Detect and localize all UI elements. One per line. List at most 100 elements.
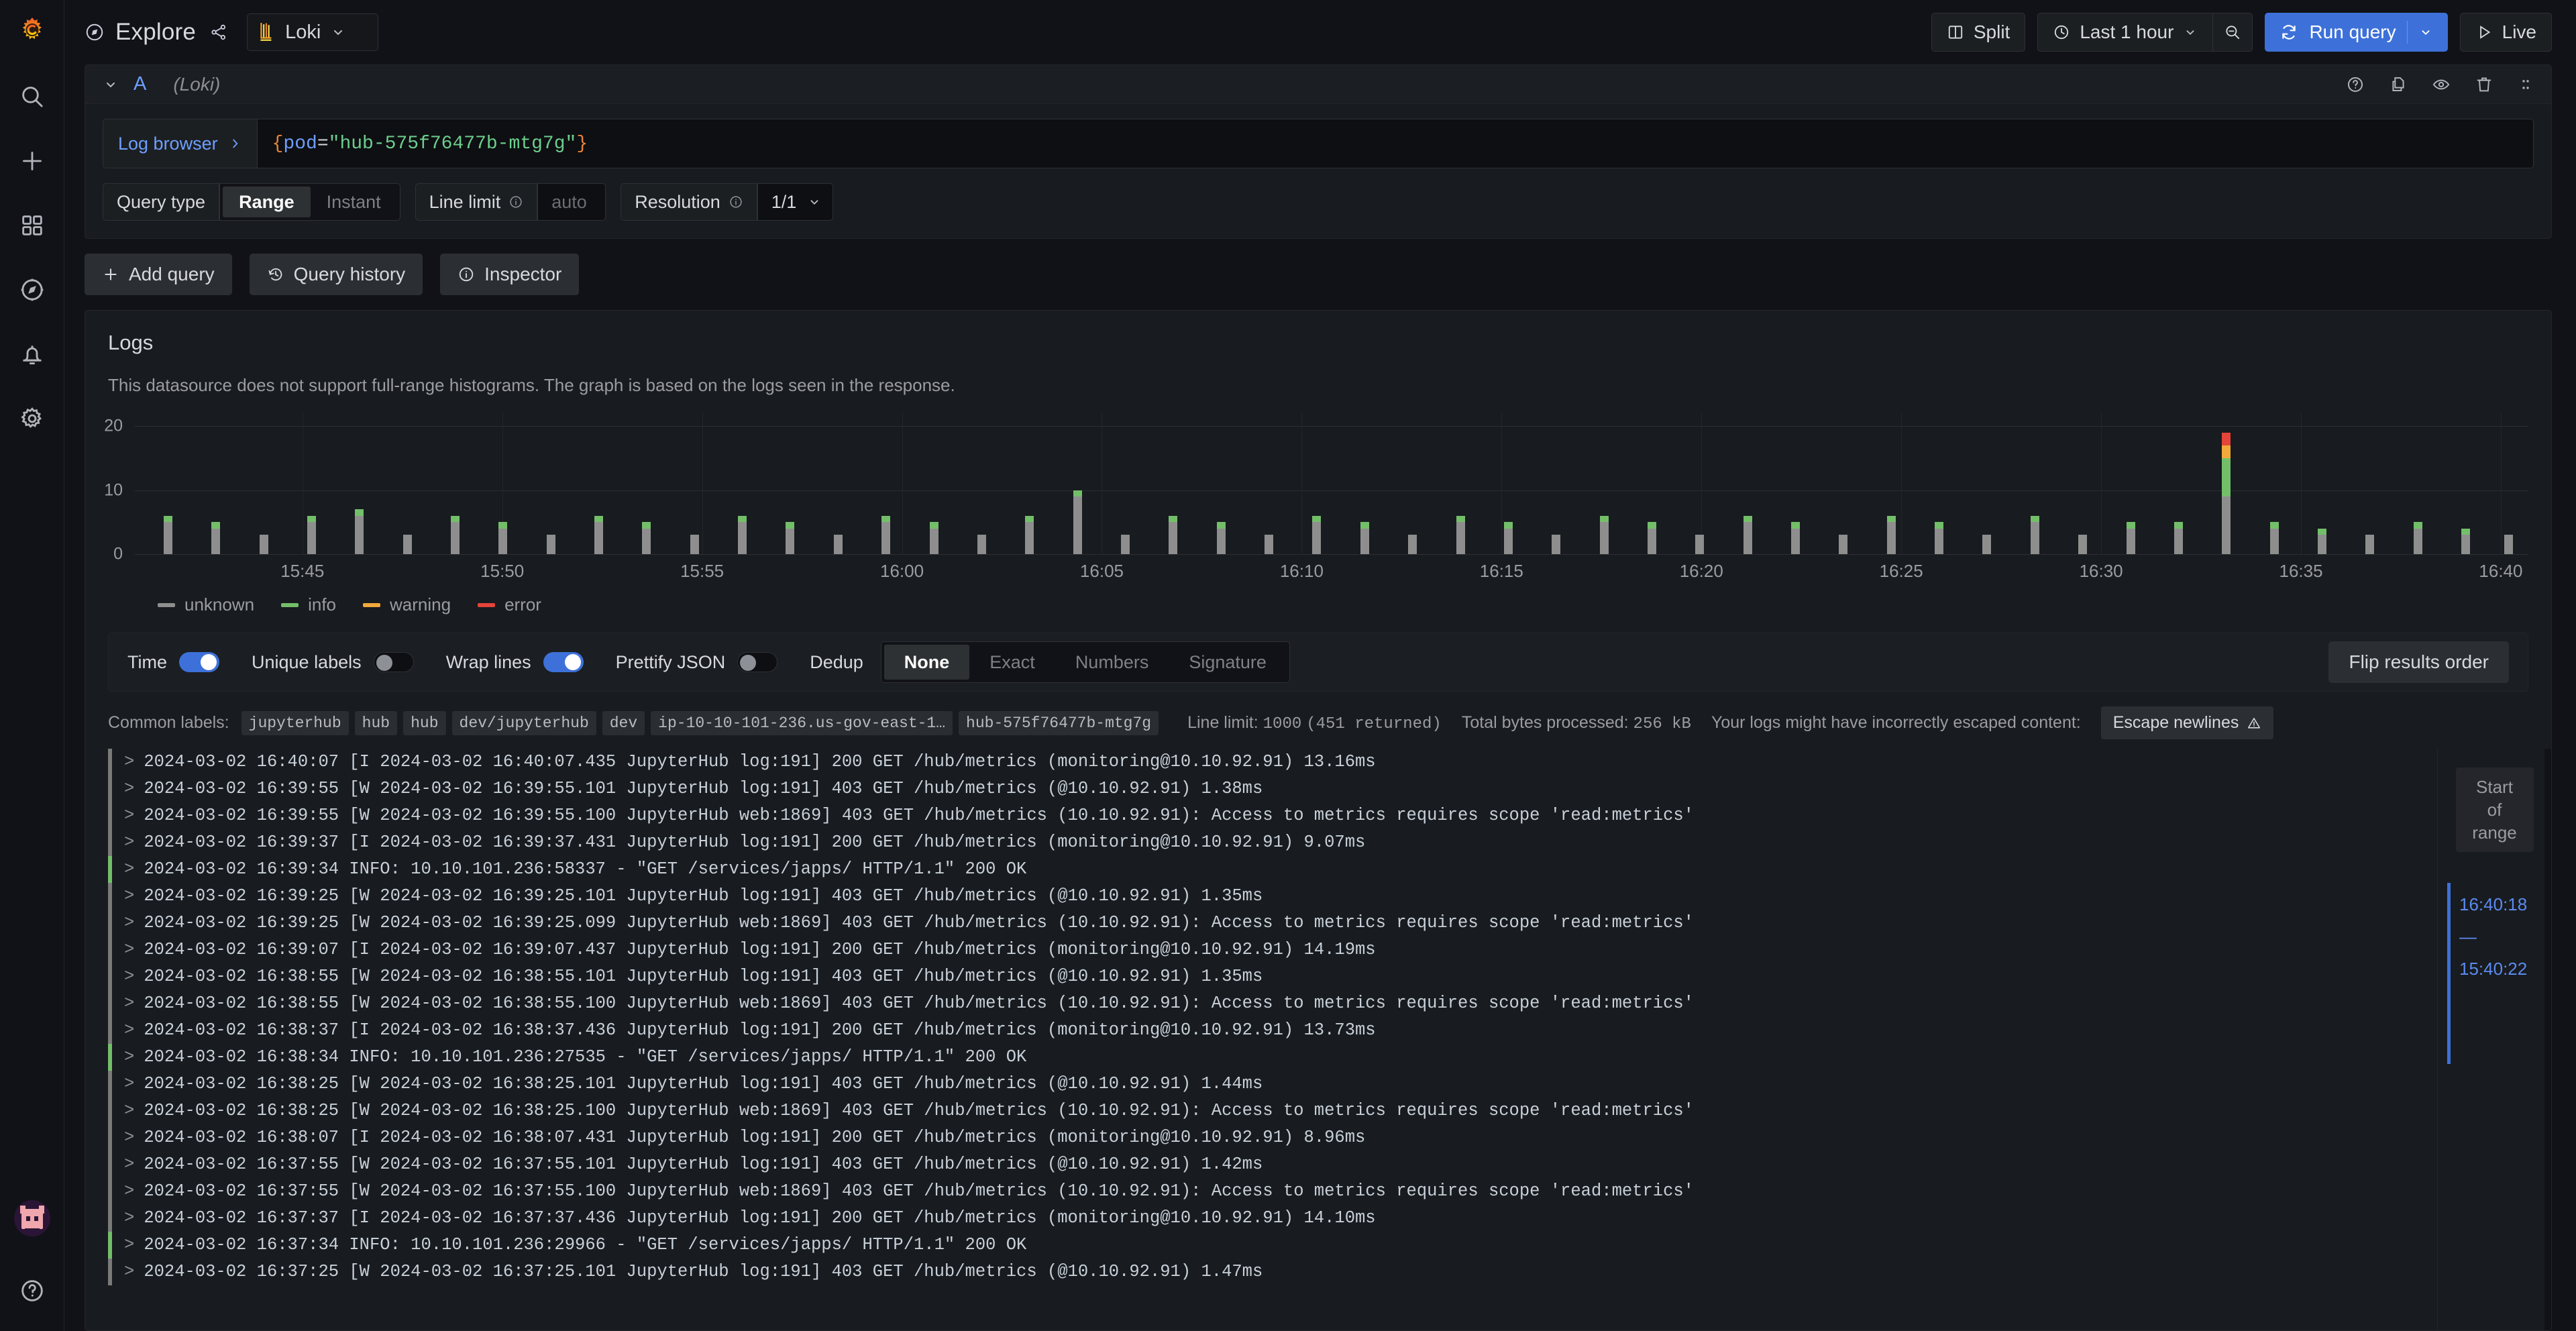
dashboards-icon[interactable]: [0, 193, 64, 258]
histogram-bar[interactable]: [1552, 535, 1561, 554]
dedup-numbers[interactable]: Numbers: [1055, 645, 1169, 680]
histogram-bar[interactable]: [1791, 522, 1801, 554]
expand-row-icon[interactable]: >: [124, 829, 134, 856]
expand-row-icon[interactable]: >: [124, 1017, 134, 1044]
trash-icon[interactable]: [2475, 75, 2493, 94]
expand-row-icon[interactable]: >: [124, 1259, 134, 1285]
log-row[interactable]: >2024-03-02 16:38:07 [I 2024-03-02 16:38…: [108, 1124, 2551, 1151]
histogram-bar[interactable]: [690, 535, 699, 554]
unique-labels-control[interactable]: Unique labels: [252, 652, 414, 673]
share-icon[interactable]: [209, 23, 228, 42]
time-toggle[interactable]: [179, 652, 219, 672]
query-type-instant[interactable]: Instant: [311, 187, 397, 217]
legend-item[interactable]: warning: [363, 594, 451, 615]
split-button[interactable]: Split: [1931, 13, 2026, 52]
log-row[interactable]: >2024-03-02 16:37:55 [W 2024-03-02 16:37…: [108, 1178, 2551, 1205]
histogram-bar[interactable]: [2078, 535, 2088, 554]
expand-row-icon[interactable]: >: [124, 1124, 134, 1151]
histogram-bar[interactable]: [1121, 535, 1130, 554]
dedup-none[interactable]: None: [883, 645, 970, 680]
expand-row-icon[interactable]: >: [124, 1151, 134, 1178]
log-row[interactable]: >2024-03-02 16:37:37 [I 2024-03-02 16:37…: [108, 1205, 2551, 1232]
histogram-bar[interactable]: [1265, 535, 1274, 554]
expand-row-icon[interactable]: >: [124, 802, 134, 829]
histogram-bar[interactable]: [307, 515, 316, 554]
histogram-bar[interactable]: [1025, 515, 1034, 554]
histogram-bar[interactable]: [1456, 515, 1465, 554]
histogram-bar[interactable]: [1647, 522, 1656, 554]
histogram-bar[interactable]: [2504, 535, 2514, 554]
log-row[interactable]: >2024-03-02 16:38:25 [W 2024-03-02 16:38…: [108, 1098, 2551, 1124]
live-button[interactable]: Live: [2459, 13, 2552, 52]
chevron-down-icon[interactable]: [2418, 25, 2433, 40]
log-row[interactable]: >2024-03-02 16:37:34 INFO: 10.10.101.236…: [108, 1232, 2551, 1259]
log-row[interactable]: >2024-03-02 16:38:25 [W 2024-03-02 16:38…: [108, 1071, 2551, 1098]
help-icon[interactable]: [0, 1250, 64, 1331]
histogram-bar[interactable]: [2174, 522, 2183, 554]
alerting-icon[interactable]: [0, 322, 64, 386]
wrap-lines-control[interactable]: Wrap lines: [446, 652, 584, 673]
histogram-bar[interactable]: [1935, 522, 1944, 554]
expand-row-icon[interactable]: >: [124, 1044, 134, 1071]
histogram-bar[interactable]: [1886, 515, 1896, 554]
expand-row-icon[interactable]: >: [124, 937, 134, 963]
query-history-button[interactable]: Query history: [249, 254, 423, 295]
avatar[interactable]: [0, 1186, 64, 1250]
log-row[interactable]: >2024-03-02 16:38:55 [W 2024-03-02 16:38…: [108, 990, 2551, 1017]
legend-item[interactable]: error: [478, 594, 541, 615]
expand-row-icon[interactable]: >: [124, 1178, 134, 1205]
histogram-bar[interactable]: [1503, 522, 1513, 554]
wrap-lines-toggle[interactable]: [543, 652, 584, 672]
log-row[interactable]: >2024-03-02 16:39:55 [W 2024-03-02 16:39…: [108, 802, 2551, 829]
common-label-chip[interactable]: hub: [403, 710, 446, 735]
inspector-button[interactable]: Inspector: [440, 254, 580, 295]
info-icon[interactable]: [729, 195, 743, 209]
plus-icon[interactable]: [0, 129, 64, 193]
histogram-bar[interactable]: [163, 515, 172, 554]
log-row[interactable]: >2024-03-02 16:39:37 [I 2024-03-02 16:39…: [108, 829, 2551, 856]
query-expression-input[interactable]: {pod = "hub-575f76477b-mtg7g"}: [256, 119, 2534, 168]
log-browser-button[interactable]: Log browser: [103, 119, 257, 168]
expand-row-icon[interactable]: >: [124, 963, 134, 990]
histogram-plot-area[interactable]: 0 10 20: [104, 413, 2528, 564]
histogram-bar[interactable]: [1169, 515, 1178, 554]
drag-handle-icon[interactable]: [2518, 75, 2534, 94]
escape-newlines-button[interactable]: Escape newlines: [2100, 706, 2274, 739]
log-row[interactable]: >2024-03-02 16:39:25 [W 2024-03-02 16:39…: [108, 883, 2551, 910]
histogram-bar[interactable]: [211, 522, 221, 554]
time-range-picker[interactable]: Last 1 hour: [2037, 13, 2213, 52]
dedup-exact[interactable]: Exact: [969, 645, 1055, 680]
expand-row-icon[interactable]: >: [124, 910, 134, 937]
histogram-bar[interactable]: [402, 535, 412, 554]
histogram-bar[interactable]: [1695, 535, 1705, 554]
histogram-bar[interactable]: [450, 515, 460, 554]
expand-row-icon[interactable]: >: [124, 749, 134, 776]
histogram-bar[interactable]: [2461, 528, 2471, 554]
histogram-bar[interactable]: [355, 509, 364, 554]
log-row[interactable]: >2024-03-02 16:37:55 [W 2024-03-02 16:37…: [108, 1151, 2551, 1178]
histogram-bar[interactable]: [1360, 522, 1369, 554]
log-row[interactable]: >2024-03-02 16:38:37 [I 2024-03-02 16:38…: [108, 1017, 2551, 1044]
expand-row-icon[interactable]: >: [124, 856, 134, 883]
config-icon[interactable]: [0, 386, 64, 451]
histogram-bar[interactable]: [1073, 490, 1082, 554]
grafana-logo[interactable]: [0, 0, 64, 64]
resolution-select[interactable]: 1/1: [757, 183, 834, 221]
expand-row-icon[interactable]: >: [124, 990, 134, 1017]
common-label-chip[interactable]: hub: [354, 710, 398, 735]
run-query-button[interactable]: Run query: [2265, 13, 2448, 52]
expand-row-icon[interactable]: >: [124, 1071, 134, 1098]
histogram-bar[interactable]: [786, 522, 795, 554]
log-row[interactable]: >2024-03-02 16:38:55 [W 2024-03-02 16:38…: [108, 963, 2551, 990]
histogram-bar[interactable]: [2030, 515, 2039, 554]
eye-icon[interactable]: [2432, 75, 2451, 94]
time-toggle-control[interactable]: Time: [127, 652, 219, 673]
line-limit-input[interactable]: auto: [537, 183, 606, 221]
expand-row-icon[interactable]: >: [124, 1232, 134, 1259]
explore-icon[interactable]: [0, 258, 64, 322]
histogram-bar[interactable]: [2318, 528, 2327, 554]
log-row[interactable]: >2024-03-02 16:39:25 [W 2024-03-02 16:39…: [108, 910, 2551, 937]
log-row[interactable]: >2024-03-02 16:40:07 [I 2024-03-02 16:40…: [108, 749, 2551, 776]
chevron-down-icon[interactable]: [103, 76, 119, 93]
duplicate-icon[interactable]: [2389, 75, 2408, 94]
